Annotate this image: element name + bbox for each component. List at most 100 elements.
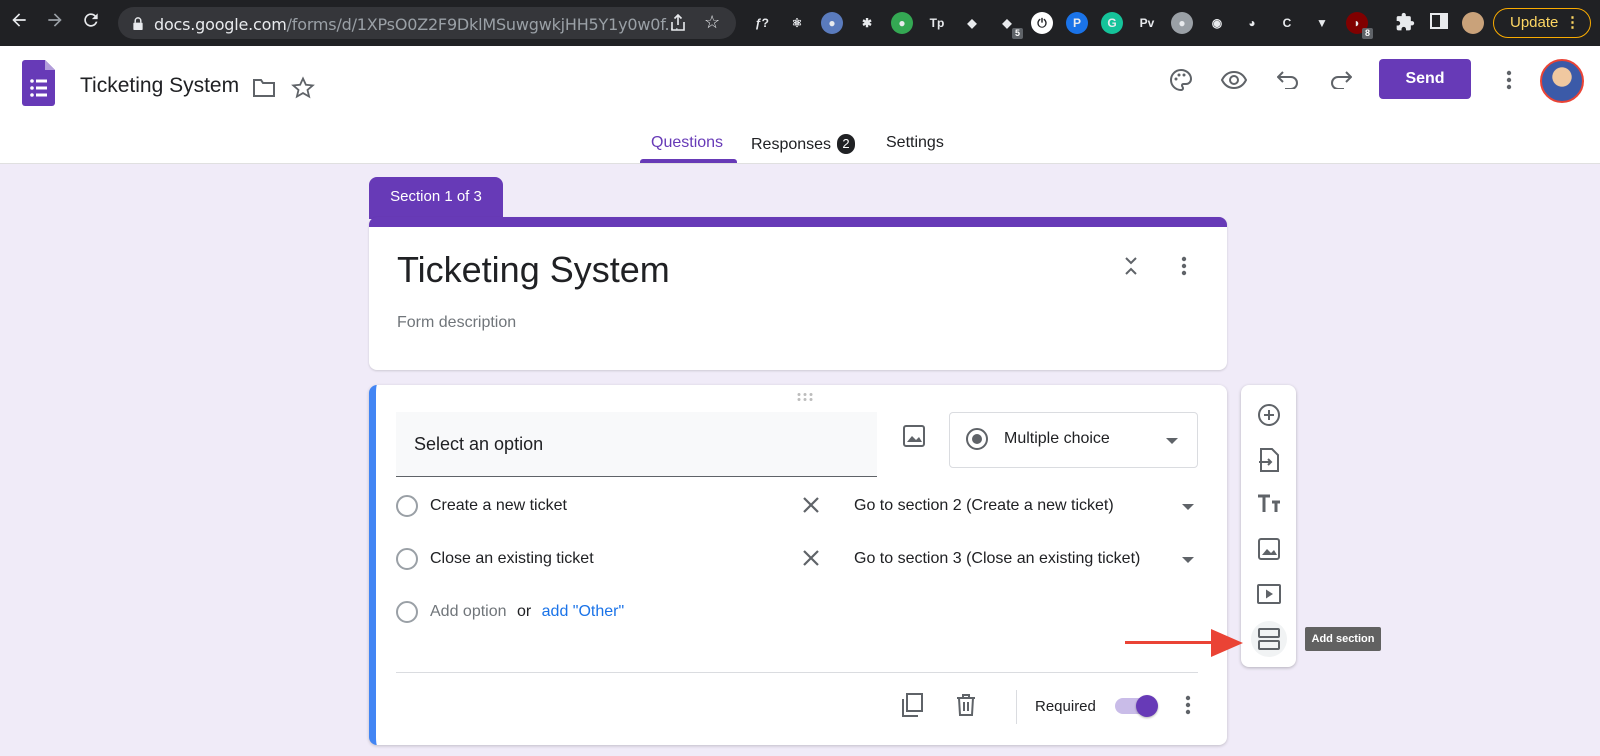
send-button[interactable]: Send [1379,59,1471,99]
card-divider [396,672,1198,673]
address-bar[interactable]: docs.google.com/forms/d/1XPsO0Z2F9DklMSu… [118,7,736,39]
url-text: docs.google.com/forms/d/1XPsO0Z2F9DklMSu… [154,15,680,34]
add-image-icon[interactable] [903,425,925,452]
question-type-dropdown[interactable]: Multiple choice [949,412,1198,468]
add-option-link[interactable]: Add option [430,603,507,620]
lock-icon [132,17,144,35]
green-ext-icon[interactable]: ● [891,12,913,34]
gear-ext-icon[interactable]: ✱ [856,12,878,34]
option-row: Close an existing ticket Go to section 3… [396,544,1196,574]
react-ext-icon[interactable]: ⚛ [786,12,808,34]
document-title[interactable]: Ticketing System [80,74,239,98]
p-ext-icon[interactable]: P [1066,12,1088,34]
question-type-label: Multiple choice [1004,430,1110,447]
active-tab-indicator [640,159,737,163]
goto-section-dropdown[interactable]: Go to section 2 (Create a new ticket) [854,497,1114,515]
option-label[interactable]: Close an existing ticket [430,550,594,568]
gray-dot-ext-icon[interactable]: ● [1171,12,1193,34]
remove-option-icon[interactable] [800,547,822,574]
grammarly-ext-icon[interactable]: G [1101,12,1123,34]
move-to-folder-icon[interactable] [246,70,282,106]
preview-eye-icon[interactable] [1216,62,1252,98]
required-toggle-knob[interactable] [1136,695,1158,717]
add-image-icon[interactable] [1251,531,1287,567]
collapse-section-icon[interactable] [1116,251,1146,281]
delete-icon[interactable] [951,690,981,720]
ublock-ext-icon[interactable]: ◗ 8 [1346,12,1373,39]
floating-toolbar [1241,385,1296,667]
more-vert-icon[interactable] [1491,62,1527,98]
menu-dots-icon: ⋮ [1565,14,1580,31]
question-card[interactable]: Select an option Multiple choice Create … [369,385,1227,745]
profile-avatar-icon[interactable] [1462,12,1484,34]
goto-section-dropdown[interactable]: Go to section 3 (Close an existing ticke… [854,550,1140,568]
question-more-icon[interactable] [1173,690,1203,720]
redo-icon[interactable] [1323,62,1359,98]
required-label: Required [1035,698,1096,715]
google-forms-logo-icon[interactable] [22,60,55,111]
add-option-row: Add option or add "Other" [396,597,1196,627]
forms-header: Ticketing System Send Questions Response… [0,46,1600,164]
section-more-icon[interactable] [1169,251,1199,281]
option-radio-icon [396,495,418,517]
section-title-card[interactable]: Ticketing System Form description [369,217,1227,370]
tp-ext-icon[interactable]: Tp [926,12,948,34]
add-option-line: Add option or add "Other" [430,603,624,621]
palette-icon[interactable] [1163,62,1199,98]
import-questions-icon[interactable] [1251,442,1287,478]
add-title-description-icon[interactable] [1251,486,1287,522]
section-label: Section 1 of 3 [369,177,503,219]
reload-icon[interactable] [78,10,104,36]
tab-settings[interactable]: Settings [886,134,944,152]
c-ext-icon[interactable]: C [1276,12,1298,34]
extension-badge: 5 [1012,28,1023,39]
formula-ext-icon[interactable]: ƒ? [751,12,773,34]
globe-ext-icon[interactable]: ◉ [1206,12,1228,34]
purple-ext-icon[interactable]: ◆ 5 [996,12,1023,39]
add-section-tooltip: Add section [1305,627,1381,651]
account-avatar[interactable] [1540,59,1584,103]
option-row: Create a new ticket Go to section 2 (Cre… [396,491,1196,521]
form-description-field[interactable]: Form description [397,314,516,332]
question-title-input[interactable]: Select an option [396,412,877,477]
tab-responses-label: Responses [751,136,832,153]
share-icon[interactable] [670,13,686,37]
add-question-icon[interactable] [1251,397,1287,433]
footer-separator [1016,690,1017,724]
color-ext-icon[interactable]: ◆ [961,12,983,34]
add-section-icon[interactable] [1251,621,1287,657]
update-button[interactable]: Update ⋮ [1493,8,1591,38]
option-label[interactable]: Create a new ticket [430,497,567,515]
forward-icon[interactable] [42,10,68,36]
option-radio-icon [396,548,418,570]
pv-ext-icon[interactable]: Pv [1136,12,1158,34]
side-panel-icon[interactable] [1428,12,1450,34]
bookmark-star-icon[interactable]: ☆ [704,12,720,33]
circle-ext-icon[interactable]: ● [821,12,843,34]
or-label: or [516,603,532,620]
undo-icon[interactable] [1270,62,1306,98]
radio-button-icon [966,428,988,450]
add-video-icon[interactable] [1251,576,1287,612]
owl-ext-icon[interactable]: ◕ [1241,12,1263,34]
extensions-puzzle-icon[interactable] [1394,12,1416,34]
power-ext-icon[interactable]: ⏻ [1031,12,1053,34]
drag-handle-icon[interactable] [796,391,814,405]
extension-badge: 8 [1362,28,1373,39]
goto-dropdown-arrow-icon[interactable] [1182,504,1194,510]
remove-option-icon[interactable] [800,494,822,521]
tab-responses[interactable]: Responses 2 [751,134,856,154]
browser-toolbar: docs.google.com/forms/d/1XPsO0Z2F9DklMSu… [0,0,1600,46]
add-other-link[interactable]: add "Other" [542,603,625,620]
back-icon[interactable] [6,10,32,36]
goto-dropdown-arrow-icon[interactable] [1182,557,1194,563]
annotation-arrow-line [1125,641,1213,644]
responses-count-badge: 2 [837,134,856,154]
dropdown-arrow-icon [1166,438,1178,444]
star-icon[interactable] [285,70,321,106]
duplicate-icon[interactable] [897,690,927,720]
v-ext-icon[interactable]: ▼ [1311,12,1333,34]
option-radio-icon [396,601,418,623]
tab-questions[interactable]: Questions [651,134,723,152]
form-title[interactable]: Ticketing System [397,249,670,291]
